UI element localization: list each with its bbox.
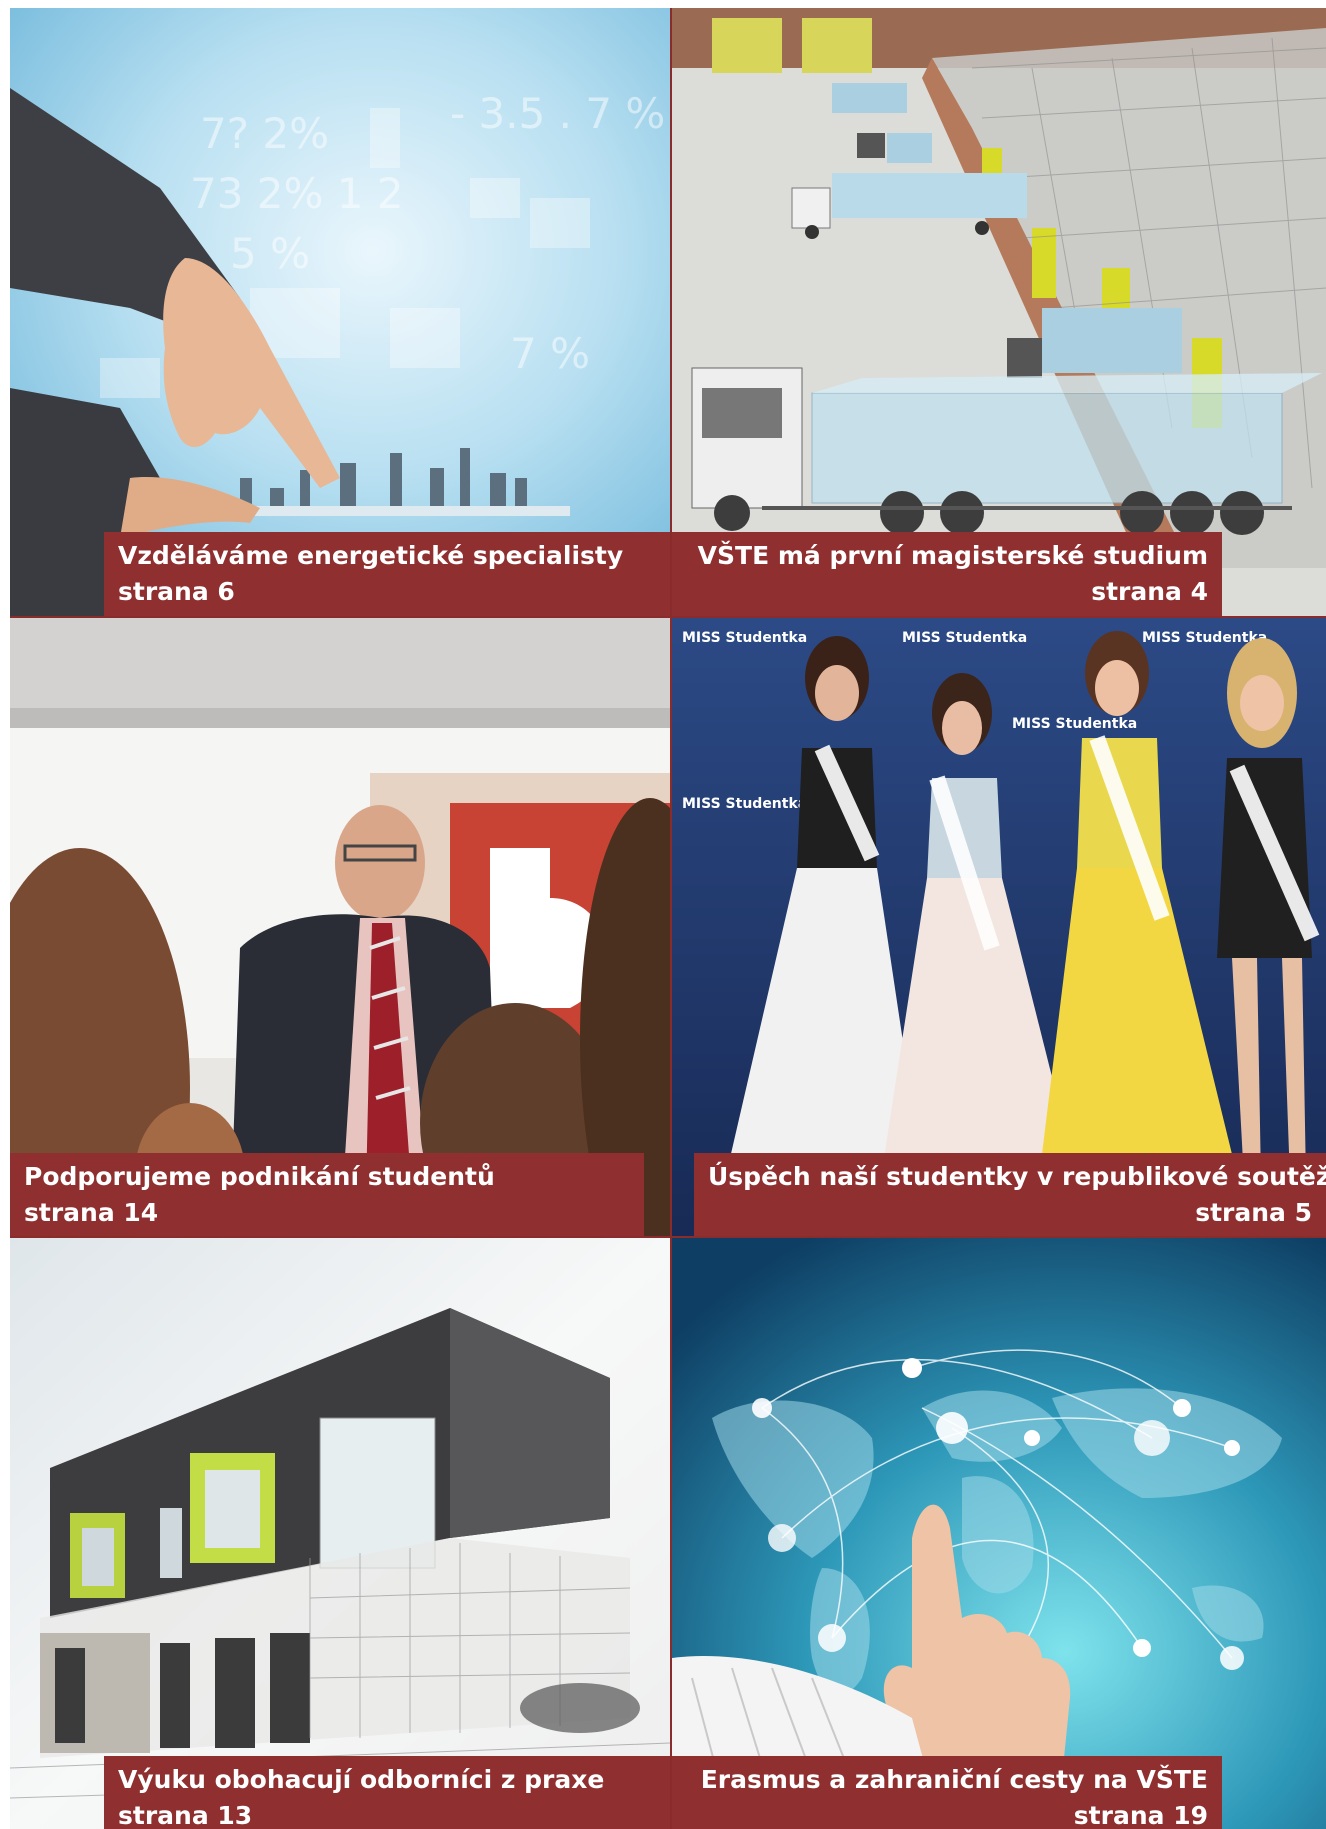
photo-speaker <box>10 618 670 1236</box>
photo-warehouse-trucks <box>672 8 1326 616</box>
backdrop-label: MISS Studentka <box>902 630 1027 646</box>
article-title: Podporujeme podnikání studentů <box>24 1162 495 1191</box>
article-page: strana 5 <box>1195 1198 1312 1227</box>
article-title: VŠTE má první magisterské studium <box>697 541 1208 570</box>
photo-world-network <box>672 1238 1326 1829</box>
article-page: strana 6 <box>118 577 235 606</box>
backdrop-label: MISS Studentka <box>1012 716 1137 732</box>
article-caption: Podporujeme podnikání studentů strana 14 <box>10 1153 644 1236</box>
backdrop-label: MISS Studentka <box>682 630 807 646</box>
article-caption: VŠTE má první magisterské studium strana… <box>672 532 1222 616</box>
article-tile-competition[interactable]: MISS Studentka MISS Studentka MISS Stude… <box>672 618 1326 1236</box>
svg-text:- 3.5 . 7 %: - 3.5 . 7 % <box>450 89 665 138</box>
svg-text:73 2% 1 2: 73 2% 1 2 <box>190 169 404 218</box>
article-title: Erasmus a zahraniční cesty na VŠTE <box>700 1765 1208 1794</box>
photo-building <box>10 1238 670 1829</box>
article-page: strana 13 <box>118 1801 253 1829</box>
article-caption: Úspěch naší studentky v republikové sout… <box>694 1153 1326 1236</box>
article-tile-experts[interactable]: Výuku obohacují odborníci z praxe strana… <box>10 1238 670 1829</box>
svg-text:7? 2%: 7? 2% <box>200 109 329 158</box>
svg-text:5 %: 5 % <box>230 229 310 278</box>
article-tile-masters[interactable]: VŠTE má první magisterské studium strana… <box>672 8 1326 616</box>
photo-hand-hologram: 7? 2% 73 2% 1 2 5 % 7 % - 3.5 . 7 % <box>10 8 670 616</box>
article-tile-erasmus[interactable]: Erasmus a zahraniční cesty na VŠTE stran… <box>672 1238 1326 1829</box>
article-title: Výuku obohacují odborníci z praxe <box>118 1765 605 1794</box>
article-caption: Erasmus a zahraniční cesty na VŠTE stran… <box>672 1756 1222 1829</box>
article-title: Úspěch naší studentky v republikové sout… <box>708 1162 1326 1191</box>
article-page: strana 4 <box>1091 577 1208 606</box>
article-title: Vzděláváme energetické specialisty <box>118 541 624 570</box>
article-page: strana 19 <box>1073 1801 1208 1829</box>
article-tile-energy[interactable]: 7? 2% 73 2% 1 2 5 % 7 % - 3.5 . 7 % Vzdě… <box>10 8 670 616</box>
article-page: strana 14 <box>24 1198 159 1227</box>
photo-miss-studentka: MISS Studentka MISS Studentka MISS Stude… <box>672 618 1326 1236</box>
article-grid: 7? 2% 73 2% 1 2 5 % 7 % - 3.5 . 7 % Vzdě… <box>10 8 1326 1829</box>
article-caption: Výuku obohacují odborníci z praxe strana… <box>104 1756 670 1829</box>
svg-text:7 %: 7 % <box>510 329 590 378</box>
backdrop-label: MISS Studentka <box>682 796 807 812</box>
article-caption: Vzděláváme energetické specialisty stran… <box>104 532 670 616</box>
article-tile-business[interactable]: Podporujeme podnikání studentů strana 14 <box>10 618 670 1236</box>
